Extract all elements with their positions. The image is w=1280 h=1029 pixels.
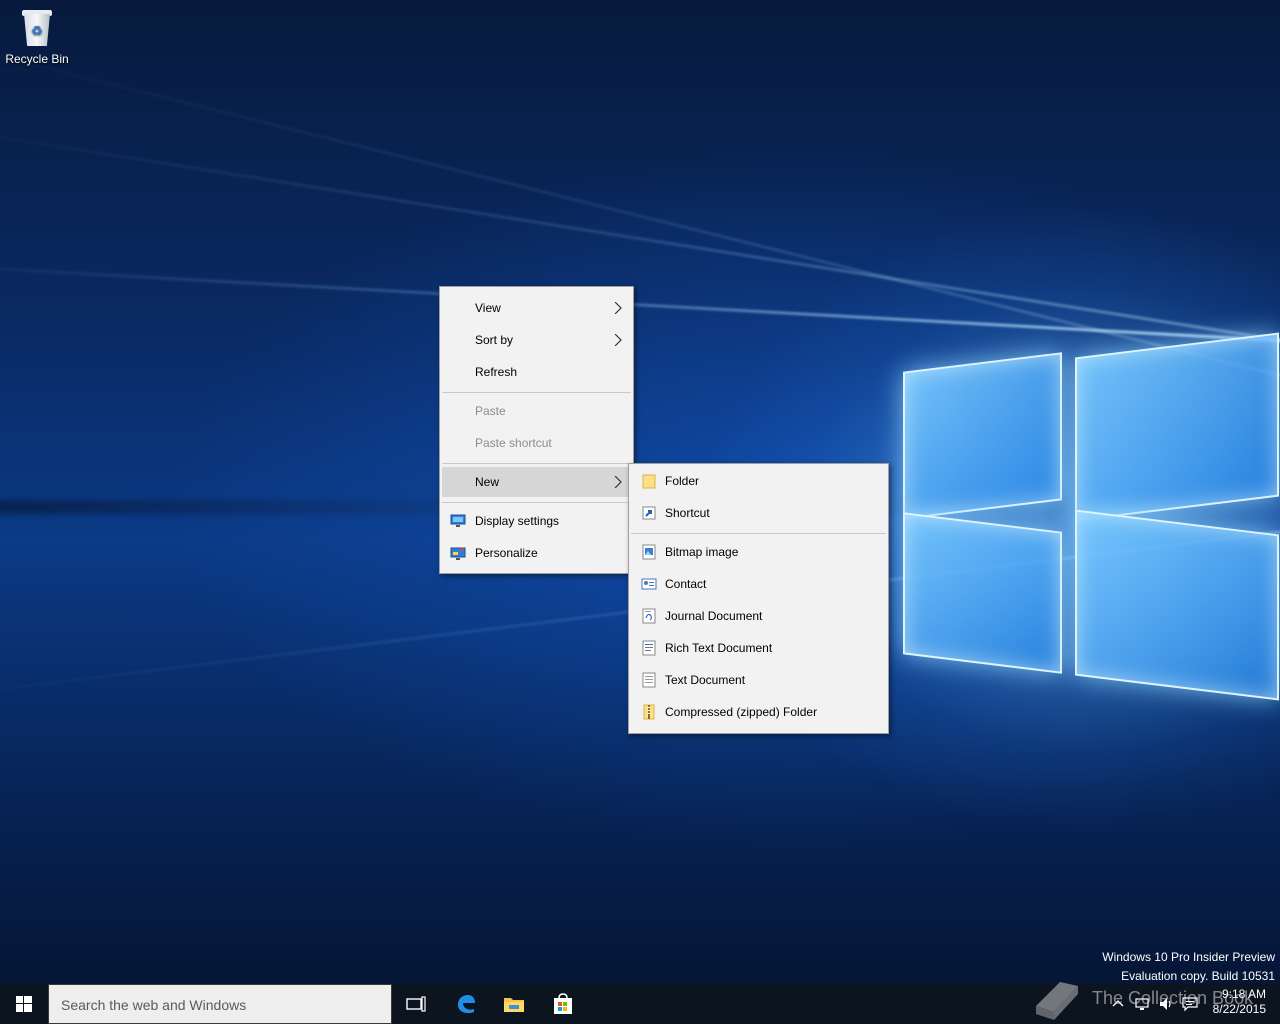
taskbar: 9:18 AM 8/22/2015 — [0, 984, 1280, 1024]
text-document-icon — [642, 672, 656, 688]
journal-document-icon — [642, 608, 656, 624]
menu-item-label: New — [475, 475, 500, 489]
menu-item-new[interactable]: New — [442, 467, 631, 497]
chevron-right-icon — [614, 302, 622, 314]
store-icon — [554, 993, 572, 1014]
chevron-right-icon — [614, 334, 622, 346]
wallpaper-logo-pane — [903, 512, 1062, 674]
edge-icon — [458, 995, 475, 1014]
desktop-icon-label: Recycle Bin — [5, 52, 69, 66]
submenu-item-label: Shortcut — [665, 506, 710, 520]
menu-separator — [442, 392, 631, 393]
search-input[interactable] — [59, 993, 383, 1017]
submenu-item-zipped-folder[interactable]: Compressed (zipped) Folder — [631, 697, 886, 727]
shortcut-icon — [642, 506, 656, 520]
store-button[interactable] — [539, 984, 587, 1024]
zipped-folder-icon — [643, 704, 655, 720]
search-box[interactable] — [48, 984, 392, 1024]
wallpaper-beam — [0, 262, 1280, 345]
submenu-item-label: Journal Document — [665, 609, 763, 623]
task-view-button[interactable] — [392, 984, 440, 1024]
submenu-item-bitmap-image[interactable]: Bitmap image — [631, 537, 886, 567]
file-explorer-icon — [504, 998, 524, 1012]
submenu-item-label: Bitmap image — [665, 545, 739, 559]
menu-item-paste-shortcut[interactable]: Paste shortcut — [442, 428, 631, 458]
folder-icon — [642, 474, 656, 489]
windows-logo-icon — [16, 996, 32, 1012]
menu-separator — [442, 463, 631, 464]
menu-item-personalize[interactable]: Personalize — [442, 538, 631, 568]
submenu-item-rich-text-document[interactable]: Rich Text Document — [631, 633, 886, 663]
wallpaper-beam — [0, 30, 1280, 396]
submenu-item-contact[interactable]: Contact — [631, 569, 886, 599]
submenu-item-label: Rich Text Document — [665, 641, 773, 655]
menu-item-label: Personalize — [475, 546, 538, 560]
submenu-item-label: Text Document — [665, 673, 746, 687]
menu-item-label: Sort by — [475, 333, 514, 347]
submenu-item-label: Compressed (zipped) Folder — [665, 705, 818, 719]
new-submenu: Folder Shortcut Bitmap image Contact Jou… — [628, 463, 889, 734]
display-settings-icon — [450, 514, 466, 527]
build-line-1: Windows 10 Pro Insider Preview — [1102, 950, 1275, 964]
menu-item-label: Refresh — [475, 365, 518, 379]
menu-item-label: Paste — [475, 404, 506, 418]
chevron-right-icon — [614, 476, 622, 488]
file-explorer-button[interactable] — [490, 984, 538, 1024]
menu-item-label: Paste shortcut — [475, 436, 552, 450]
wallpaper-logo-pane — [903, 352, 1062, 520]
book-watermark-icon — [1036, 982, 1078, 1020]
bitmap-image-icon — [642, 544, 656, 560]
submenu-item-label: Contact — [665, 577, 707, 591]
start-button[interactable] — [0, 984, 48, 1024]
menu-separator — [442, 502, 631, 503]
watermark-text: The Collection Book — [1092, 988, 1254, 1008]
menu-item-paste[interactable]: Paste — [442, 396, 631, 426]
desktop-context-menu: View Sort by Refresh Paste Paste shortcu… — [439, 286, 634, 574]
submenu-item-shortcut[interactable]: Shortcut — [631, 498, 886, 528]
submenu-separator — [631, 533, 886, 534]
recycle-bin-icon: ♻ — [22, 8, 52, 46]
rich-text-document-icon — [642, 640, 656, 656]
menu-item-sort-by[interactable]: Sort by — [442, 325, 631, 355]
wallpaper-logo-pane — [1075, 509, 1279, 701]
wallpaper-logo-pane — [1075, 332, 1279, 522]
personalize-icon — [450, 547, 466, 560]
submenu-item-text-document[interactable]: Text Document — [631, 665, 886, 695]
menu-item-label: View — [475, 301, 501, 315]
contact-icon — [641, 578, 657, 590]
menu-item-view[interactable]: View — [442, 293, 631, 323]
submenu-item-label: Folder — [665, 474, 700, 488]
menu-item-display-settings[interactable]: Display settings — [442, 506, 631, 536]
menu-item-refresh[interactable]: Refresh — [442, 357, 631, 387]
desktop-icon-recycle-bin[interactable]: ♻ Recycle Bin — [2, 6, 72, 74]
submenu-item-journal-document[interactable]: Journal Document — [631, 601, 886, 631]
submenu-item-folder[interactable]: Folder — [631, 466, 886, 496]
task-view-icon — [406, 996, 426, 1012]
edge-button[interactable] — [442, 984, 490, 1024]
build-watermark: Windows 10 Pro Insider Preview Evaluatio… — [1102, 948, 1275, 984]
build-line-2: Evaluation copy. Build 10531 — [1121, 969, 1275, 983]
menu-item-label: Display settings — [475, 514, 560, 528]
wallpaper-beam — [0, 120, 1280, 358]
